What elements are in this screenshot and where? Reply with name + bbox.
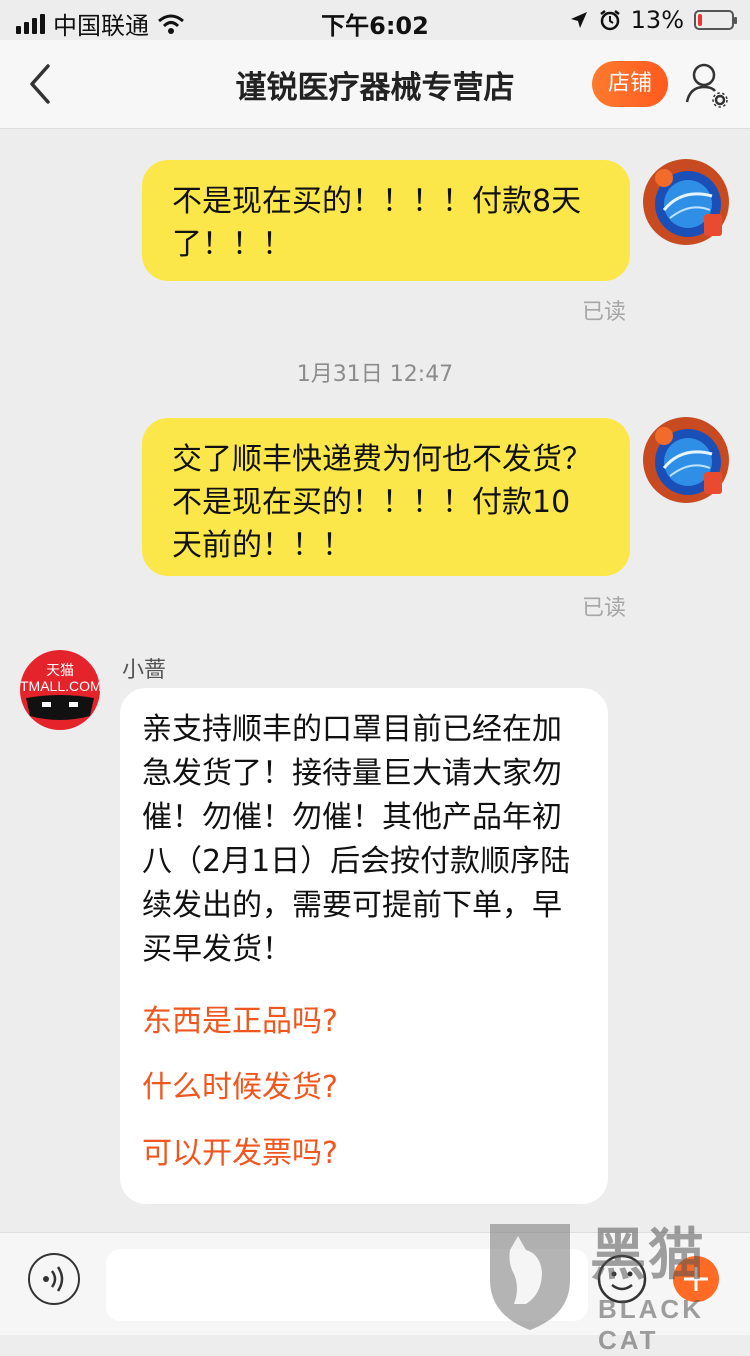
timestamp: 1月31日 12:47	[296, 362, 454, 387]
message-input[interactable]	[106, 1249, 588, 1321]
message-bubble-self: 交了顺丰快递费为何也不发货？不是现在买的！！！！付款10天前的！！！	[142, 418, 630, 576]
quick-question[interactable]: 什么时候发货?	[142, 1062, 586, 1106]
profile-settings-icon	[685, 63, 728, 108]
avatar-image	[643, 159, 729, 245]
read-status: 已读	[582, 300, 627, 325]
shop-button[interactable]: 店铺	[592, 61, 668, 107]
input-bar	[0, 1232, 750, 1335]
self-avatar[interactable]	[642, 158, 730, 246]
profile-settings-button[interactable]	[684, 60, 730, 108]
voice-icon	[43, 1266, 64, 1292]
voice-button[interactable]	[28, 1253, 80, 1305]
self-avatar[interactable]	[642, 416, 730, 504]
message-bubble-self: 不是现在买的！！！！付款8天了！！！	[142, 160, 630, 281]
battery-icon	[694, 10, 737, 30]
message-text: 亲支持顺丰的口罩目前已经在加急发货了！接待量巨大请大家勿催！勿催！勿催！其他产品…	[142, 712, 571, 967]
tmall-logo-en: TMALL.COM	[20, 678, 100, 694]
nav-bar: 谨锐医疗器械专营店 店铺	[0, 40, 750, 129]
tmall-cat-icon	[26, 695, 94, 720]
alarm-icon	[599, 10, 620, 31]
more-button[interactable]	[670, 1253, 722, 1305]
emoji-icon	[597, 1254, 647, 1304]
quick-question[interactable]: 东西是正品吗?	[142, 996, 586, 1040]
emoji-button[interactable]	[596, 1253, 648, 1305]
status-bar: 中国联通 下午6:02 13%	[0, 0, 750, 40]
tmall-logo: 天猫 TMALL.COM	[20, 662, 100, 694]
tmall-logo-cn: 天猫	[46, 662, 74, 678]
plus-icon	[673, 1256, 719, 1302]
sender-name: 小蔷	[122, 658, 167, 683]
message-bubble-shop: 亲支持顺丰的口罩目前已经在加急发货了！接待量巨大请大家勿催！勿催！勿催！其他产品…	[120, 688, 608, 1204]
location-icon	[570, 12, 587, 28]
shop-avatar[interactable]: 天猫 TMALL.COM	[20, 650, 100, 730]
avatar-image	[643, 417, 729, 503]
status-right: 13%	[569, 6, 737, 34]
quick-question[interactable]: 可以开发票吗?	[142, 1128, 586, 1172]
read-status: 已读	[582, 596, 627, 621]
battery-percent: 13%	[630, 6, 684, 34]
